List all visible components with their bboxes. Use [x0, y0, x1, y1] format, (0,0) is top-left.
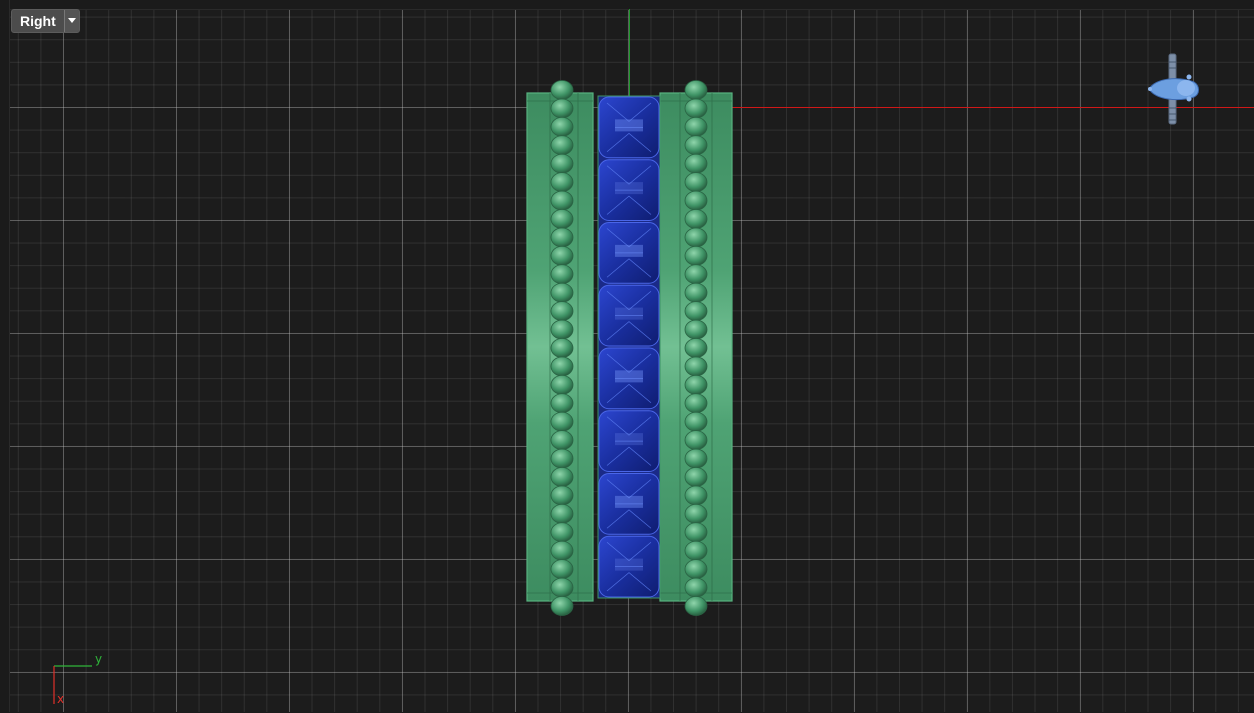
bead	[550, 98, 574, 119]
bead	[684, 209, 708, 229]
bead	[684, 577, 708, 598]
bead	[550, 448, 574, 469]
ring-model[interactable]	[520, 76, 740, 616]
viewport-title[interactable]: Right	[12, 10, 64, 32]
bead	[684, 227, 708, 248]
bead	[684, 430, 708, 451]
bead	[550, 559, 574, 580]
bead	[684, 393, 708, 414]
bead	[550, 209, 574, 229]
stone	[598, 473, 660, 535]
bead-row-left	[550, 80, 574, 616]
bead	[550, 172, 574, 193]
bead	[684, 596, 708, 616]
bead	[550, 577, 574, 598]
bead	[550, 301, 574, 322]
chevron-down-icon[interactable]	[63, 10, 79, 32]
bead	[684, 80, 708, 100]
bead-row-right	[684, 80, 708, 616]
bead	[684, 245, 708, 266]
bead	[550, 522, 574, 543]
bead	[550, 411, 574, 432]
bead	[550, 319, 574, 340]
stone	[598, 410, 660, 472]
bead	[684, 135, 708, 156]
bead	[684, 503, 708, 524]
bead	[684, 411, 708, 432]
bead	[684, 448, 708, 469]
viewport-top-border	[0, 0, 1254, 10]
bead	[550, 264, 574, 285]
bead	[684, 172, 708, 193]
bead	[550, 338, 574, 358]
bead	[684, 467, 708, 487]
stone	[598, 96, 660, 159]
bead	[684, 485, 708, 506]
viewport-right[interactable]: Right y x	[0, 0, 1254, 712]
bead	[684, 282, 708, 303]
bead	[550, 503, 574, 524]
bead	[684, 374, 708, 395]
bead	[684, 522, 708, 543]
bead	[550, 393, 574, 414]
stone	[598, 222, 660, 284]
bead	[550, 227, 574, 248]
triad-y-label: y	[95, 652, 103, 666]
camera-gizmo-icon[interactable]	[1146, 52, 1200, 126]
bead	[550, 135, 574, 156]
axis-triad: y x	[48, 652, 112, 708]
bead	[550, 356, 574, 377]
bead	[550, 467, 574, 487]
bead	[684, 153, 708, 174]
stone	[598, 535, 660, 598]
bead	[684, 190, 708, 211]
viewport-title-tab[interactable]: Right	[11, 9, 80, 33]
bead	[684, 338, 708, 358]
bead	[550, 282, 574, 303]
bead	[550, 80, 574, 100]
bead	[550, 116, 574, 137]
bead	[684, 356, 708, 377]
bead	[550, 374, 574, 395]
bead	[684, 319, 708, 340]
bead	[684, 559, 708, 580]
bead	[550, 540, 574, 561]
bead	[550, 153, 574, 174]
bead	[550, 430, 574, 451]
bead	[684, 264, 708, 285]
stone	[598, 159, 660, 221]
stone	[598, 347, 660, 410]
bead	[550, 245, 574, 266]
bead	[684, 116, 708, 137]
stone	[598, 284, 660, 347]
bead	[550, 190, 574, 211]
bead	[684, 98, 708, 119]
bead	[684, 301, 708, 322]
bead	[684, 540, 708, 561]
triad-x-label: x	[57, 692, 65, 706]
bead	[550, 485, 574, 506]
bead	[550, 596, 574, 616]
viewport-left-border	[0, 0, 10, 712]
